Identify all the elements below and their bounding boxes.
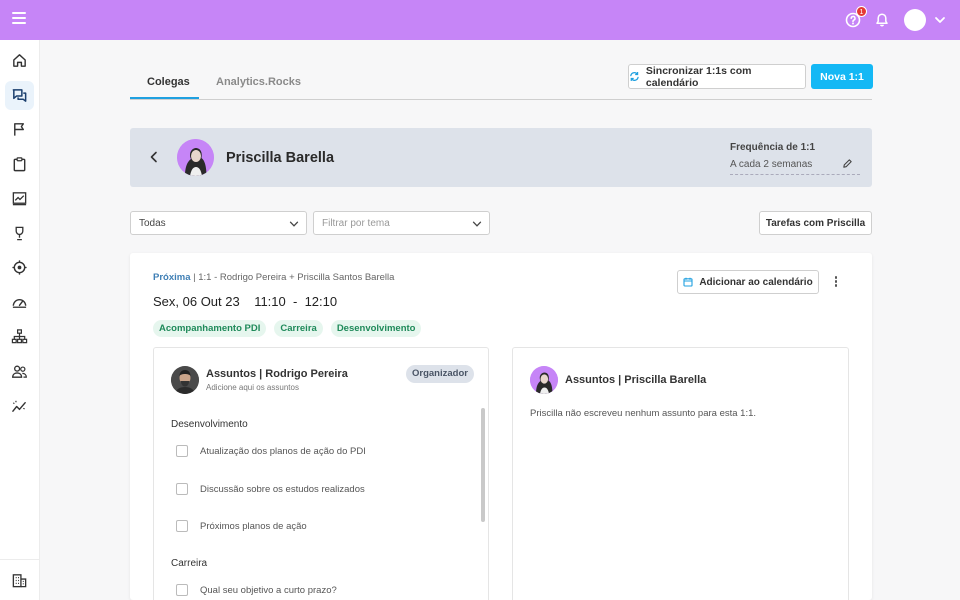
notification-count-badge: 1 [856, 6, 867, 17]
organizer-topics-subtitle[interactable]: Adicione aqui os assuntos [206, 383, 299, 392]
active-tab-indicator [130, 97, 199, 99]
profile-name: Priscilla Barella [226, 150, 335, 166]
meeting-date: Sex, 06 Out 23 [153, 294, 240, 309]
participant-topics-title: Assuntos | Priscilla Barella [565, 374, 707, 386]
topics-panel-organizer: Assuntos | Rodrigo Pereira Adicione aqui… [153, 347, 489, 600]
gauge-icon[interactable] [5, 288, 34, 317]
topic-label: Discussão sobre os estudos realizados [200, 483, 365, 495]
status-filter-select[interactable]: Todas [130, 211, 307, 235]
sync-calendar-label: Sincronizar 1:1s com calendário [645, 64, 752, 89]
meeting-time-end: 12:10 [304, 294, 338, 309]
organizer-avatar [171, 366, 199, 394]
empty-topics-message: Priscilla não escreveu nenhum assunto pa… [530, 408, 757, 419]
more-options-icon[interactable] [833, 276, 839, 290]
calendar-icon [683, 277, 693, 287]
topic-item[interactable]: Qual seu objetivo a curto prazo? [176, 584, 337, 596]
meeting-datetime: Sex, 06 Out 23 11:10 - 12:10 [153, 294, 337, 309]
organizer-topics-title: Assuntos | Rodrigo Pereira [206, 368, 348, 380]
frequency-value[interactable]: A cada 2 semanas [730, 159, 860, 175]
frequency-title: Frequência de 1:1 [730, 142, 816, 153]
status-filter-value: Todas [139, 218, 166, 229]
section-title: Carreira [171, 558, 208, 569]
sync-calendar-button[interactable]: Sincronizar 1:1s com calendário [628, 64, 806, 89]
people-icon[interactable] [5, 357, 34, 386]
topic-checkbox[interactable] [176, 520, 188, 532]
topic-item[interactable]: Próximos planos de ação [176, 520, 307, 532]
topic-checkbox[interactable] [176, 584, 188, 596]
tab-analytics-rocks[interactable]: Analytics.Rocks [216, 76, 301, 88]
organizer-badge: Organizador [406, 365, 474, 383]
chevron-down-icon [472, 221, 482, 227]
profile-avatar [177, 139, 214, 176]
chevron-down-icon[interactable] [934, 14, 946, 26]
chart-icon[interactable] [5, 184, 34, 213]
trophy-icon[interactable] [5, 219, 34, 248]
topic-checkbox[interactable] [176, 445, 188, 457]
chevron-down-icon [289, 221, 299, 227]
theme-filter-placeholder: Filtrar por tema [322, 218, 390, 229]
topic-item[interactable]: Atualização dos planos de ação do PDI [176, 445, 366, 457]
chat-icon[interactable] [5, 81, 34, 110]
topic-item[interactable]: Discussão sobre os estudos realizados [176, 483, 365, 495]
bell-icon[interactable] [874, 12, 890, 28]
top-bar: 1 [0, 0, 960, 40]
topic-checkbox[interactable] [176, 483, 188, 495]
tag-chip: Desenvolvimento [330, 320, 422, 337]
section-title: Desenvolvimento [171, 419, 248, 430]
tasks-button[interactable]: Tarefas com Priscilla [759, 211, 872, 235]
org-chart-icon[interactable] [5, 322, 34, 351]
meeting-card: Próxima | 1:1 - Rodrigo Pereira + Prisci… [130, 253, 872, 600]
next-label: Próxima [153, 272, 191, 283]
meeting-header: Próxima | 1:1 - Rodrigo Pereira + Prisci… [153, 272, 394, 283]
topics-panel-participant: Assuntos | Priscilla Barella Priscilla n… [512, 347, 849, 600]
building-icon[interactable] [5, 566, 34, 595]
meeting-time-start: 11:10 [254, 294, 286, 309]
sidebar-footer [0, 559, 40, 600]
profile-banner: Priscilla Barella Frequência de 1:1 A ca… [130, 128, 872, 187]
chevron-left-icon[interactable] [148, 150, 160, 164]
hamburger-menu-icon[interactable] [12, 12, 26, 28]
trend-icon[interactable] [5, 392, 34, 421]
tag-chip: Carreira [274, 320, 323, 337]
topic-label: Qual seu objetivo a curto prazo? [200, 584, 337, 596]
topic-label: Próximos planos de ação [200, 520, 307, 532]
flag-icon[interactable] [5, 115, 34, 144]
add-to-calendar-label: Adicionar ao calendário [699, 276, 813, 288]
sidebar [0, 40, 40, 600]
add-to-calendar-button[interactable]: Adicionar ao calendário [677, 270, 819, 294]
user-avatar[interactable] [904, 9, 926, 31]
new-one-on-one-button[interactable]: Nova 1:1 [811, 64, 873, 89]
topic-label: Atualização dos planos de ação do PDI [200, 445, 366, 457]
participant-avatar [530, 366, 558, 394]
tag-chip: Acompanhamento PDI [153, 320, 267, 337]
target-icon[interactable] [5, 253, 34, 282]
pencil-icon[interactable] [842, 158, 853, 169]
meeting-time-separator: - [293, 294, 298, 309]
theme-filter-select[interactable]: Filtrar por tema [313, 211, 490, 235]
clipboard-icon[interactable] [5, 150, 34, 179]
sync-icon [630, 71, 639, 82]
scrollbar-thumb[interactable] [481, 408, 485, 522]
meeting-tags: Acompanhamento PDI Carreira Desenvolvime… [153, 320, 422, 337]
tab-colegas[interactable]: Colegas [147, 76, 190, 88]
home-icon[interactable] [5, 46, 34, 75]
meeting-participants: | 1:1 - Rodrigo Pereira + Priscilla Sant… [190, 272, 395, 283]
